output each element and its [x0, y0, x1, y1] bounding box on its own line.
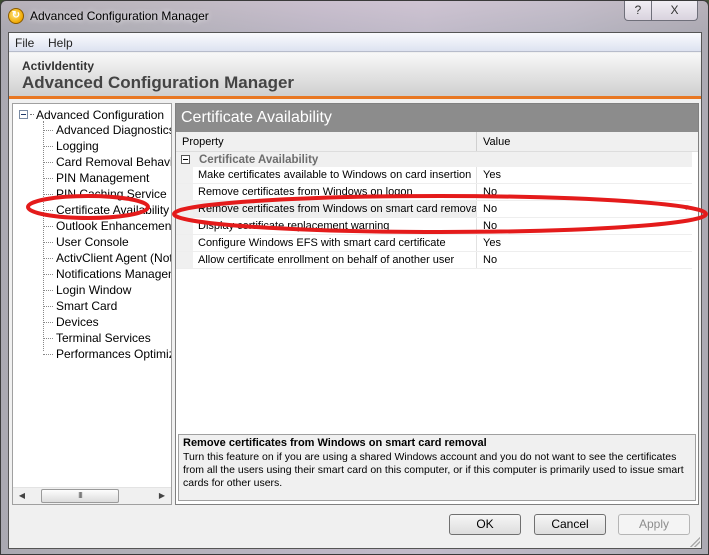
property-row[interactable]: Remove certificates from Windows on smar…: [176, 201, 692, 218]
tree-item[interactable]: Login Window: [43, 282, 171, 298]
tree-item[interactable]: PIN Caching Service: [43, 186, 171, 202]
cancel-button[interactable]: Cancel: [534, 514, 606, 535]
tree-item[interactable]: Smart Card: [43, 298, 171, 314]
menu-help[interactable]: Help: [48, 36, 73, 50]
close-button[interactable]: X: [652, 1, 698, 21]
property-row[interactable]: Configure Windows EFS with smart card ce…: [176, 235, 692, 252]
window-title: Advanced Configuration Manager: [30, 9, 209, 23]
menu-bar: File Help: [9, 33, 701, 52]
property-value[interactable]: Yes: [477, 235, 692, 251]
panel-header: Certificate Availability: [176, 104, 698, 132]
tree-root[interactable]: Advanced Configuration: [19, 107, 164, 122]
column-header-property[interactable]: Property: [176, 132, 477, 151]
ok-button[interactable]: OK: [449, 514, 521, 535]
property-panel: Certificate Availability Property Value …: [175, 103, 699, 505]
scroll-left-icon[interactable]: ◀: [17, 491, 27, 501]
tree-item[interactable]: Card Removal Behavior: [43, 154, 171, 170]
tree-item[interactable]: Performances Optimization: [43, 346, 171, 362]
scroll-right-icon[interactable]: ▶: [157, 491, 167, 501]
description-title: Remove certificates from Windows on smar…: [183, 437, 487, 449]
property-name: Allow certificate enrollment on behalf o…: [193, 252, 477, 268]
property-row[interactable]: Allow certificate enrollment on behalf o…: [176, 252, 692, 269]
property-name: Display certificate replacement warning: [193, 218, 477, 234]
property-value[interactable]: No ▼: [477, 201, 692, 217]
property-value[interactable]: Yes: [477, 167, 692, 183]
tree-item[interactable]: User Console: [43, 234, 171, 250]
resize-grip[interactable]: [690, 537, 700, 547]
tree-item[interactable]: Certificate Availability: [43, 202, 171, 218]
tree-item[interactable]: Logging: [43, 138, 171, 154]
property-name: Remove certificates from Windows on logo…: [193, 184, 477, 200]
tree-item[interactable]: PIN Management: [43, 170, 171, 186]
dropdown-arrow-icon[interactable]: ▼: [682, 203, 690, 212]
tree-item[interactable]: ActivClient Agent (Notifications): [43, 250, 171, 266]
category-row[interactable]: Certificate Availability: [176, 152, 692, 167]
description-text: Turn this feature on if you are using a …: [183, 451, 684, 489]
property-row[interactable]: Remove certificates from Windows on logo…: [176, 184, 692, 201]
property-name: Make certificates available to Windows o…: [193, 167, 477, 183]
property-row[interactable]: Make certificates available to Windows o…: [176, 167, 692, 184]
collapse-icon[interactable]: [19, 110, 28, 119]
title-bar: ↻ Advanced Configuration Manager ? X: [1, 1, 708, 31]
description-box: Remove certificates from Windows on smar…: [178, 434, 696, 501]
apply-button[interactable]: Apply: [618, 514, 690, 535]
property-value[interactable]: No: [477, 252, 692, 268]
scroll-thumb[interactable]: III: [41, 489, 119, 503]
tree-item[interactable]: Devices: [43, 314, 171, 330]
dialog-window: ↻ Advanced Configuration Manager ? X Fil…: [0, 0, 709, 555]
property-name: Remove certificates from Windows on smar…: [193, 201, 477, 217]
column-header-value[interactable]: Value: [477, 132, 510, 151]
client-area: File Help ActivIdentity Advanced Configu…: [8, 32, 702, 549]
property-value[interactable]: No: [477, 218, 692, 234]
collapse-icon[interactable]: [181, 155, 190, 164]
tree-item[interactable]: Advanced Diagnostics: [43, 122, 171, 138]
app-icon: ↻: [8, 8, 24, 24]
banner-title: Advanced Configuration Manager: [22, 73, 295, 92]
menu-file[interactable]: File: [15, 36, 34, 50]
horizontal-scrollbar[interactable]: ◀ III ▶: [13, 487, 171, 504]
banner-subtitle: ActivIdentity: [22, 59, 95, 73]
banner: ActivIdentity Advanced Configuration Man…: [9, 53, 701, 99]
property-name: Configure Windows EFS with smart card ce…: [193, 235, 477, 251]
tree-item[interactable]: Terminal Services: [43, 330, 171, 346]
navigation-tree: Advanced Configuration Advanced Diagnost…: [12, 103, 172, 505]
help-button[interactable]: ?: [624, 1, 652, 21]
property-grid: Property Value Certificate Availability …: [176, 132, 698, 269]
property-value[interactable]: No: [477, 184, 692, 200]
property-row[interactable]: Display certificate replacement warning N…: [176, 218, 692, 235]
tree-item[interactable]: Notifications Management: [43, 266, 171, 282]
tree-item[interactable]: Outlook Enhancements: [43, 218, 171, 234]
